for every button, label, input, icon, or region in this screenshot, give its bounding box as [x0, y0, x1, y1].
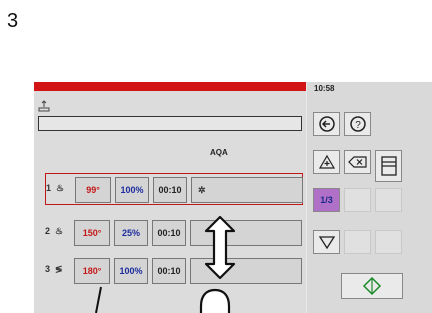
- finger-icon: [199, 288, 231, 313]
- gesture-overlay: [95, 215, 236, 313]
- pointer-line: [95, 286, 102, 313]
- arrow-vertical-icon: [204, 215, 236, 280]
